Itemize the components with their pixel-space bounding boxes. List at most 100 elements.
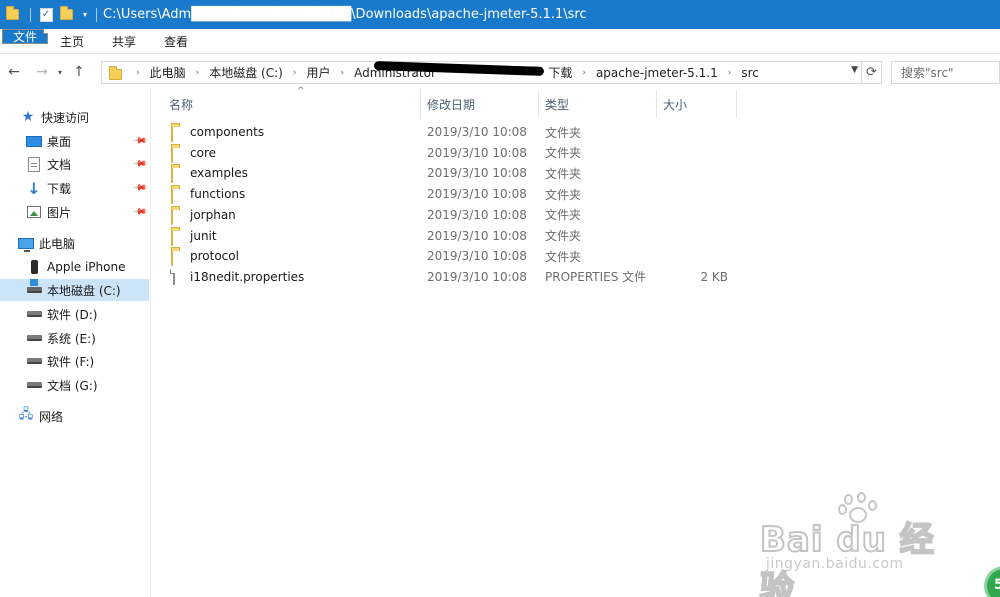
sidebar-item-documents[interactable]: 文档 📌 <box>0 153 149 175</box>
column-header-label: 名称 <box>169 97 194 112</box>
pin-icon: 📌 <box>131 204 147 220</box>
drive-icon <box>26 330 42 346</box>
file-row[interactable]: i18nedit.properties 2019/3/10 10:08 PROPER… <box>168 267 988 287</box>
column-header-type[interactable]: 类型 <box>538 92 656 116</box>
system-drive-icon <box>26 279 42 298</box>
file-size: 2 KB <box>700 269 728 284</box>
pin-icon: 📌 <box>131 133 147 149</box>
file-modified-date: 2019/3/10 10:08 <box>427 166 527 181</box>
address-bar[interactable]: › 此电脑 › 本地磁盘 (C:) › 用户 › Administrator ›… <box>101 60 862 84</box>
file-type: 文件夹 <box>545 249 582 264</box>
tab-share[interactable]: 共享 <box>98 29 150 53</box>
breadcrumb-src[interactable]: src <box>741 66 759 80</box>
phone-icon <box>26 259 42 275</box>
file-row[interactable]: functions 2019/3/10 10:08 文件夹 <box>168 184 988 205</box>
tab-view[interactable]: 查看 <box>150 29 202 53</box>
folder-app-icon <box>0 0 24 29</box>
customize-toolbar-chevron-down-icon[interactable]: ▾ <box>83 10 87 19</box>
sidebar-item-label: 下载 <box>47 181 72 196</box>
sidebar-item-pictures[interactable]: 图片 📌 <box>0 201 149 223</box>
sidebar-item-drive-f[interactable]: 软件 (F:) <box>0 350 149 372</box>
breadcrumb-local-disk[interactable]: 本地磁盘 (C:) <box>209 64 283 81</box>
column-divider[interactable] <box>736 90 737 118</box>
tab-file[interactable]: 文件 <box>2 29 48 44</box>
drive-icon <box>26 306 42 322</box>
sidebar-item-this-pc[interactable]: 此电脑 <box>0 232 149 254</box>
breadcrumb-user-folder[interactable]: Administrator <box>354 60 545 80</box>
file-icon <box>171 268 175 285</box>
folder-icon <box>171 249 173 267</box>
folder-icon <box>171 166 173 184</box>
up-arrow-icon[interactable]: ↑ <box>68 61 90 83</box>
sidebar-item-drive-d[interactable]: 软件 (D:) <box>0 303 149 325</box>
file-modified-date: 2019/3/10 10:08 <box>427 228 527 243</box>
new-folder-icon[interactable] <box>55 0 77 29</box>
column-header-name[interactable]: 名称 ^ <box>162 86 420 116</box>
window-title: C:\Users\Adm████████████████\Downloads\a… <box>103 7 587 22</box>
breadcrumb-chevron-icon[interactable]: › <box>196 68 200 78</box>
file-modified-date: 2019/3/10 10:08 <box>427 187 527 202</box>
title-separator <box>30 7 31 22</box>
title-separator <box>96 7 98 22</box>
sidebar-item-local-disk-c[interactable]: 本地磁盘 (C:) <box>0 279 149 301</box>
file-row[interactable]: junit 2019/3/10 10:08 文件夹 <box>168 226 988 246</box>
file-row[interactable]: examples 2019/3/10 10:08 文件夹 <box>168 163 988 184</box>
file-name: protocol <box>190 249 239 264</box>
watermark-url: jingyan.baidu.com <box>766 556 904 572</box>
desktop-icon <box>26 133 42 149</box>
forward-arrow-icon[interactable]: → <box>31 61 53 83</box>
refresh-icon[interactable]: ⟳ <box>862 61 882 84</box>
baidu-watermark: Bai du 经验 jingyan.baidu.com <box>759 490 960 597</box>
sidebar-item-label: 文档 <box>47 157 72 172</box>
column-header-date[interactable]: 修改日期 <box>420 92 538 116</box>
sidebar-item-downloads[interactable]: ↓ 下载 📌 <box>0 177 149 199</box>
sidebar-item-label: 图片 <box>47 205 72 220</box>
sidebar-item-desktop[interactable]: 桌面 📌 <box>0 130 149 152</box>
file-row[interactable]: jorphan 2019/3/10 10:08 文件夹 <box>168 205 988 225</box>
breadcrumb-chevron-icon[interactable]: › <box>136 68 140 78</box>
sidebar-item-label: 软件 (D:) <box>47 307 98 322</box>
tab-home[interactable]: 主页 <box>46 29 98 53</box>
search-input[interactable]: 搜索"src" <box>891 61 1000 84</box>
pin-icon: 📌 <box>131 156 147 172</box>
address-history-chevron-down-icon[interactable]: ▼ <box>851 65 858 75</box>
folder-icon <box>171 187 173 205</box>
file-modified-date: 2019/3/10 10:08 <box>427 125 527 139</box>
sidebar-item-quick-access[interactable]: ★ 快速访问 <box>0 106 149 128</box>
sidebar-item-label: 快速访问 <box>41 110 90 125</box>
breadcrumb-users[interactable]: 用户 <box>306 64 330 81</box>
file-row[interactable]: core 2019/3/10 10:08 文件夹 <box>168 143 988 163</box>
breadcrumb-jmeter[interactable]: apache-jmeter-5.1.1 <box>596 66 718 80</box>
back-arrow-icon[interactable]: ← <box>3 61 25 83</box>
file-type: 文件夹 <box>545 229 582 243</box>
sidebar-item-network[interactable]: 🖧 网络 <box>0 405 149 427</box>
breadcrumb-this-pc[interactable]: 此电脑 <box>150 64 186 81</box>
file-name: components <box>190 125 265 139</box>
sidebar-item-apple-iphone[interactable]: Apple iPhone <box>0 256 149 278</box>
file-row[interactable]: protocol 2019/3/10 10:08 文件夹 <box>168 246 988 267</box>
ribbon: 文件 主页 共享 查看 <box>0 29 1000 54</box>
watermark-brand: Bai du 经验 <box>759 519 935 597</box>
sidebar-item-label: 网络 <box>39 409 64 424</box>
file-row[interactable]: components 2019/3/10 10:08 文件夹 <box>168 122 988 142</box>
file-type: 文件夹 <box>545 146 582 161</box>
sidebar-item-label: 此电脑 <box>39 236 76 251</box>
file-name: junit <box>190 228 217 243</box>
drive-icon <box>26 377 42 393</box>
pin-icon: 📌 <box>131 180 147 196</box>
breadcrumb-chevron-icon[interactable]: › <box>728 68 732 78</box>
file-modified-date: 2019/3/10 10:08 <box>427 269 527 284</box>
breadcrumb-chevron-icon[interactable]: › <box>293 68 297 78</box>
properties-checkmark-icon[interactable]: ✓ <box>37 0 55 29</box>
breadcrumb-chevron-icon[interactable]: › <box>582 68 586 78</box>
sidebar-item-drive-e[interactable]: 系统 (E:) <box>0 327 149 349</box>
recent-locations-chevron-down-icon[interactable]: ▾ <box>53 61 67 83</box>
folder-icon <box>171 208 173 225</box>
breadcrumb-downloads[interactable]: 下载 <box>548 64 572 81</box>
file-modified-date: 2019/3/10 10:08 <box>427 249 527 264</box>
column-header-size[interactable]: 大小 <box>656 92 736 116</box>
sidebar-item-label: 系统 (E:) <box>47 331 96 346</box>
breadcrumb-chevron-icon[interactable]: › <box>340 68 344 78</box>
sidebar-item-drive-g[interactable]: 文档 (G:) <box>0 374 149 396</box>
file-name: functions <box>190 187 246 202</box>
